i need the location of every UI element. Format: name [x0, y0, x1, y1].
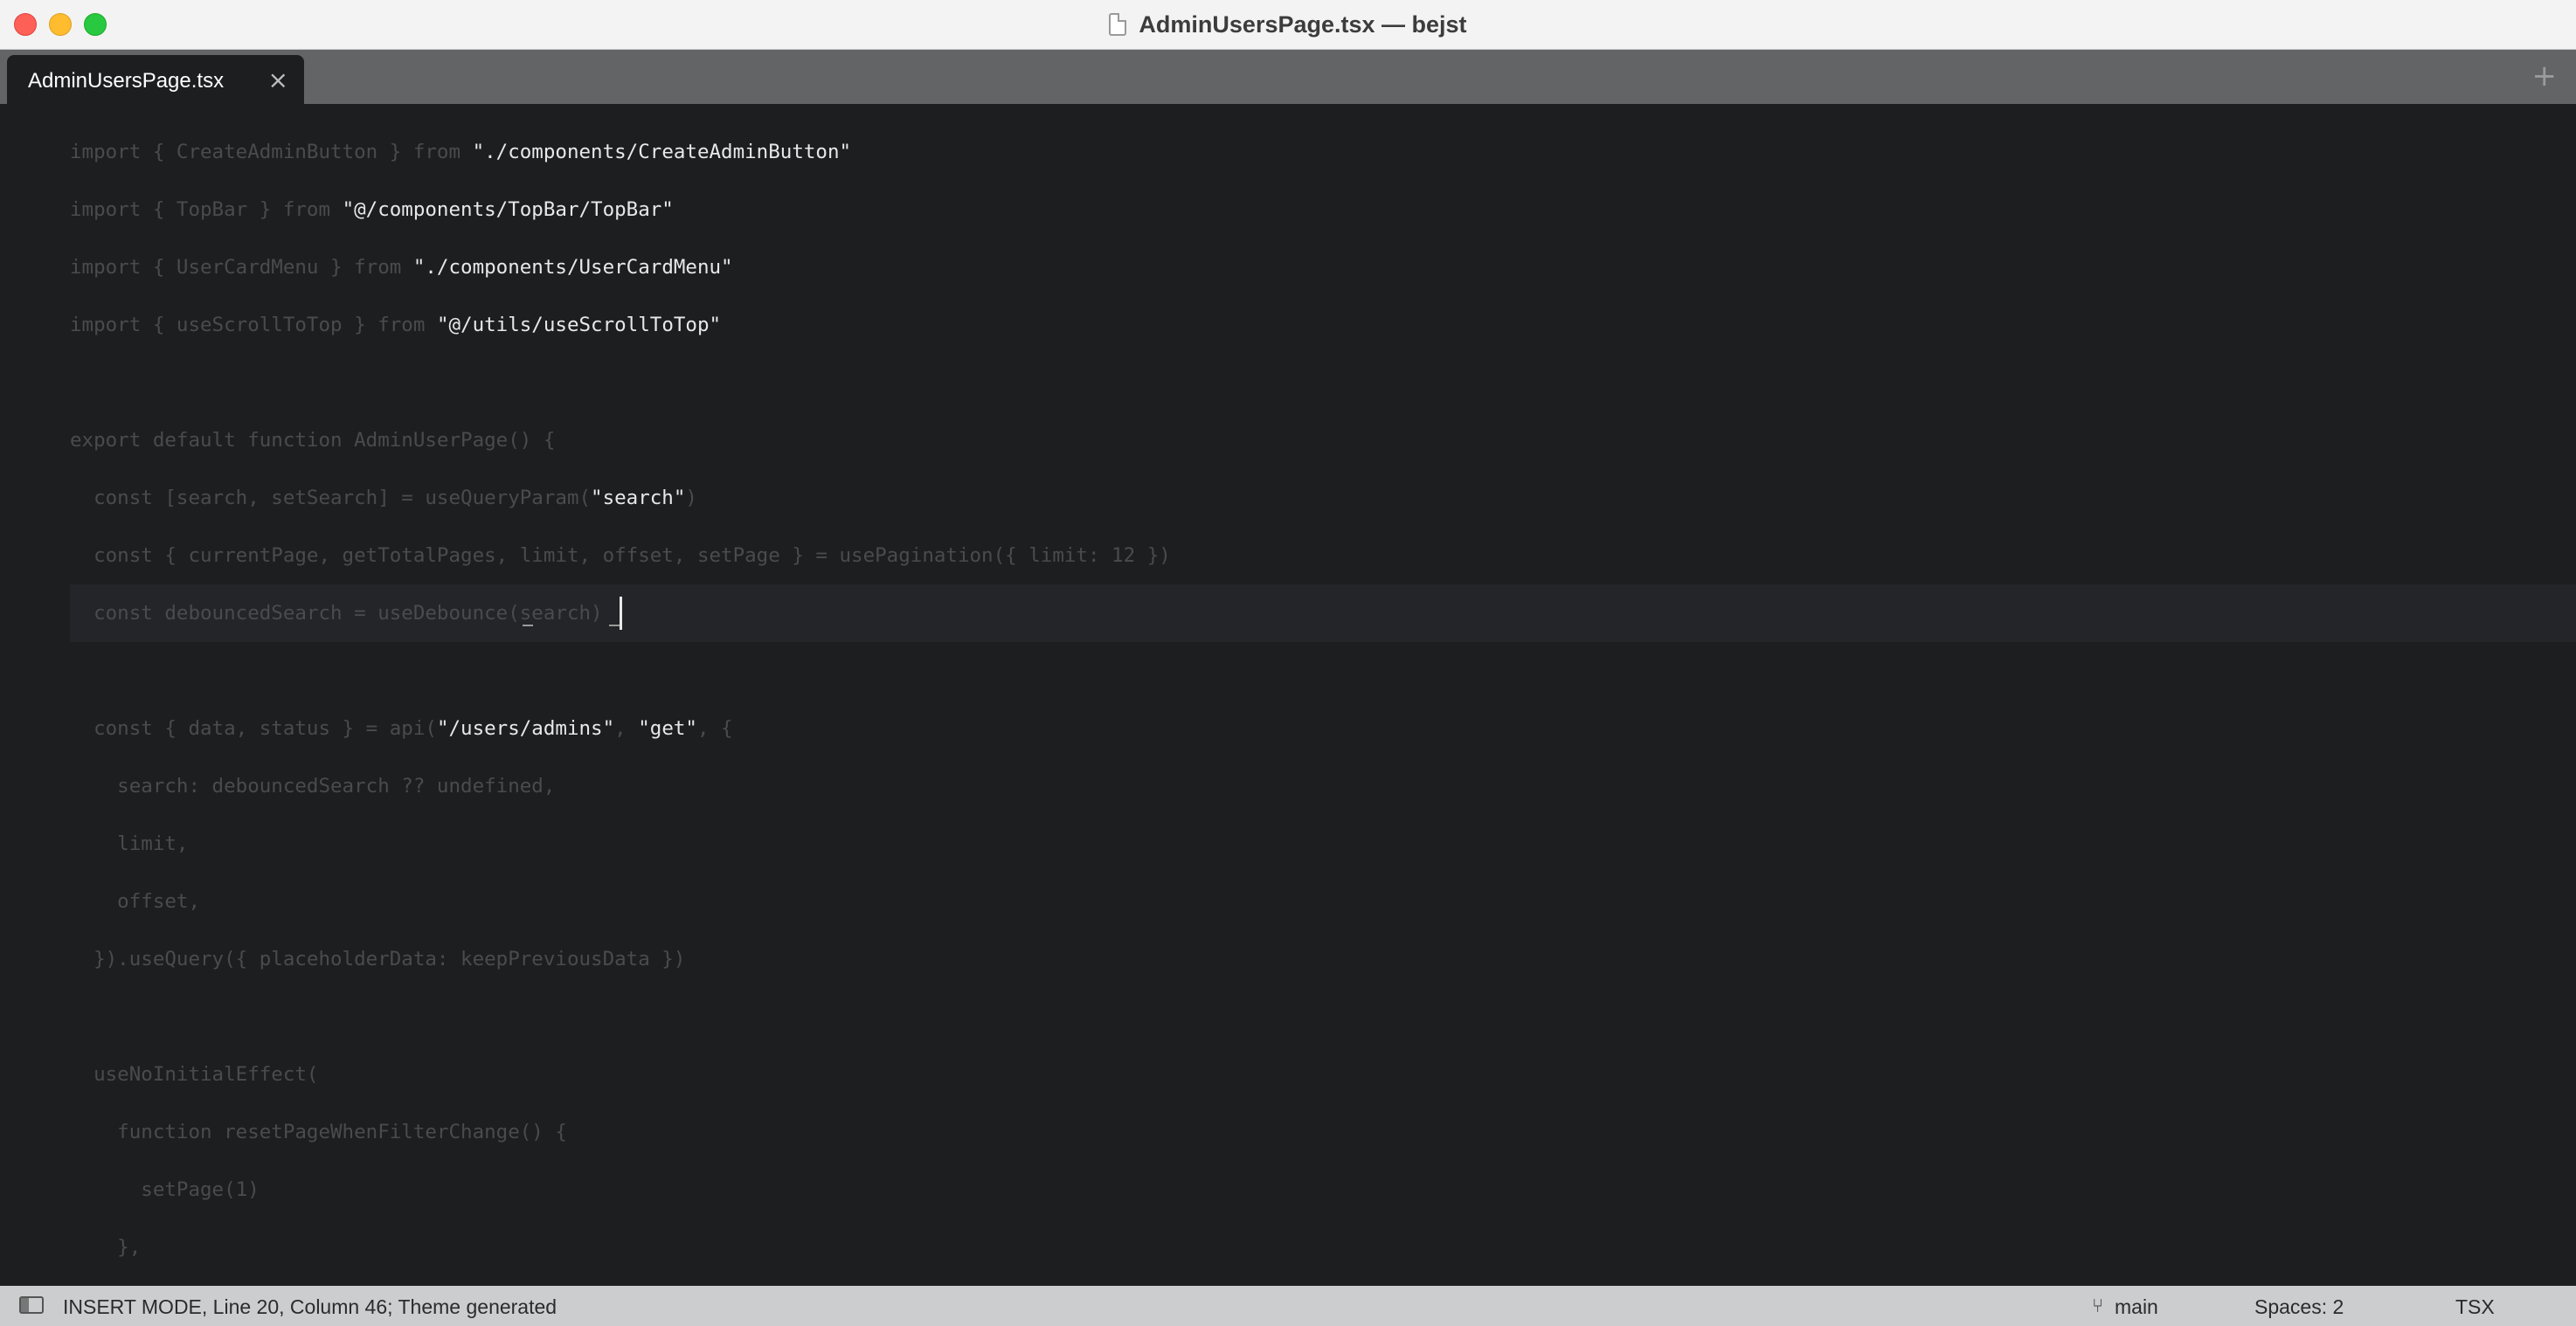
code-line[interactable]: limit,: [70, 815, 188, 873]
code-line[interactable]: const { currentPage, getTotalPages, limi…: [70, 527, 1171, 584]
code-line[interactable]: offset,: [70, 873, 200, 930]
code-line[interactable]: const { data, status } = api("/users/adm…: [70, 700, 733, 757]
string-token: "search": [591, 487, 686, 509]
code-line[interactable]: const debouncedSearch = useDebounce(sear…: [70, 584, 603, 642]
code-token: limit,: [70, 832, 189, 855]
code-token: setPage(1): [70, 1178, 260, 1201]
tab-bar: AdminUsersPage.tsx × +: [0, 50, 2576, 104]
tab-adminuserspage[interactable]: AdminUsersPage.tsx ×: [7, 55, 304, 104]
title-wrap: AdminUsersPage.tsx — bejst: [0, 0, 2576, 49]
code-line[interactable]: import { CreateAdminButton } from "./com…: [70, 123, 851, 181]
code-token: ): [685, 487, 697, 509]
code-token: import { UserCardMenu } from: [70, 256, 413, 279]
code-line[interactable]: }).useQuery({ placeholderData: keepPrevi…: [70, 930, 685, 988]
string-token: "get": [638, 717, 697, 740]
code-token: import { CreateAdminButton } from: [70, 141, 473, 163]
code-line[interactable]: export default function AdminUserPage() …: [70, 411, 555, 469]
string-token: "./components/CreateAdminButton": [472, 141, 852, 163]
code-line[interactable]: const [search, setSearch] = useQueryPara…: [70, 469, 697, 527]
status-spaces[interactable]: Spaces: 2: [2254, 1295, 2344, 1319]
string-token: "/users/admins": [436, 717, 615, 740]
string-token: "@/utils/useScrollToTop": [436, 314, 722, 336]
code-token: ,: [614, 717, 639, 740]
code-token: const { currentPage, getTotalPages, limi…: [70, 544, 1171, 567]
code-token: },: [70, 1236, 142, 1259]
window-title: AdminUsersPage.tsx — bejst: [1139, 10, 1467, 38]
code-line[interactable]: },: [70, 1219, 141, 1276]
title-bar: AdminUsersPage.tsx — bejst: [0, 0, 2576, 50]
code-token: offset,: [70, 890, 201, 913]
code-token: useNoInitialEffect(: [70, 1063, 319, 1086]
text-cursor: [620, 597, 622, 630]
string-token: "./components/UserCardMenu": [412, 256, 733, 279]
code-token: import { useScrollToTop } from: [70, 314, 437, 336]
code-editor[interactable]: import { CreateAdminButton } from "./com…: [0, 104, 2576, 1286]
code-token: const debouncedSearch = useDebounce(sear…: [70, 602, 603, 625]
code-token: search: debouncedSearch ?? undefined,: [70, 775, 556, 798]
status-bar: INSERT MODE, Line 20, Column 46; Theme g…: [0, 1286, 2576, 1326]
sidebar-toggle-icon[interactable]: [19, 1296, 44, 1314]
status-mode: INSERT MODE, Line 20, Column 46; Theme g…: [63, 1295, 557, 1318]
code-line[interactable]: import { useScrollToTop } from "@/utils/…: [70, 296, 721, 354]
tab-label: AdminUsersPage.tsx: [28, 69, 225, 93]
code-line[interactable]: search: debouncedSearch ?? undefined,: [70, 757, 555, 815]
code-token: function resetPageWhenFilterChange() {: [70, 1121, 567, 1143]
code-token: , {: [696, 717, 733, 740]
git-branch-icon: ⑂: [2092, 1295, 2104, 1317]
new-tab-icon[interactable]: +: [2532, 59, 2558, 93]
code-token: import { TopBar } from: [70, 198, 343, 221]
status-branch[interactable]: main: [2115, 1295, 2158, 1319]
document-icon: [1109, 13, 1127, 36]
code-line[interactable]: import { TopBar } from "@/components/Top…: [70, 181, 674, 238]
code-token: export default function AdminUserPage() …: [70, 429, 556, 452]
bracket-match-mark: [609, 625, 620, 626]
close-tab-icon[interactable]: ×: [268, 66, 288, 94]
code-line[interactable]: function resetPageWhenFilterChange() {: [70, 1103, 567, 1161]
code-line[interactable]: useNoInitialEffect(: [70, 1046, 318, 1103]
code-token: const { data, status } = api(: [70, 717, 437, 740]
code-token: }).useQuery({ placeholderData: keepPrevi…: [70, 948, 686, 970]
bracket-match-mark: [523, 625, 533, 626]
code-line[interactable]: setPage(1): [70, 1161, 260, 1219]
code-token: const [search, setSearch] = useQueryPara…: [70, 487, 592, 509]
status-language[interactable]: TSX: [2455, 1295, 2495, 1319]
code-line[interactable]: import { UserCardMenu } from "./componen…: [70, 238, 733, 296]
string-token: "@/components/TopBar/TopBar": [342, 198, 674, 221]
